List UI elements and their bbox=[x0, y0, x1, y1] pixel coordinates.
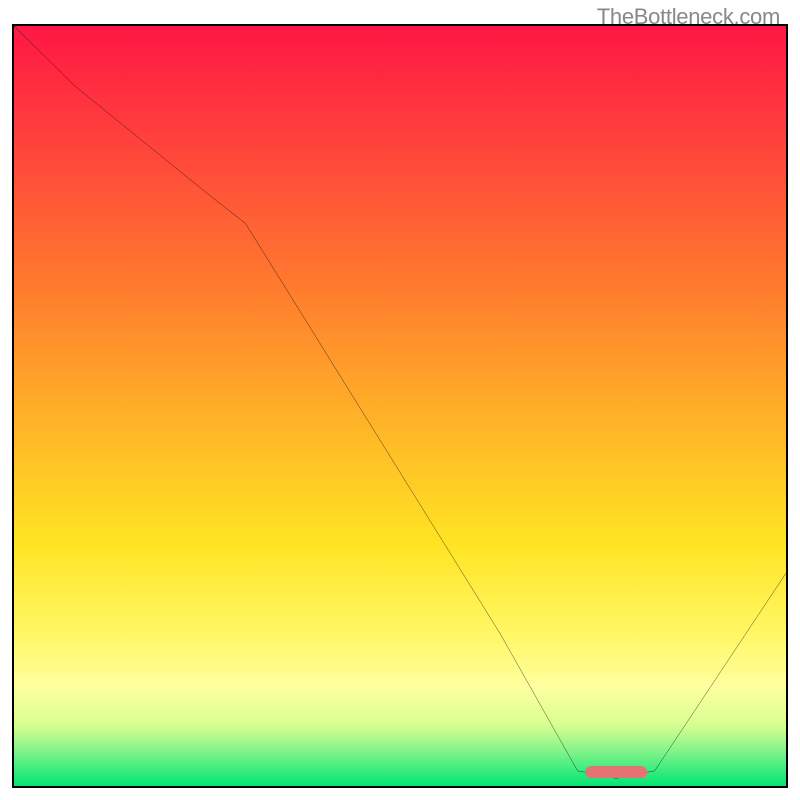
watermark-text: TheBottleneck.com bbox=[597, 4, 780, 30]
bottleneck-curve bbox=[14, 26, 786, 786]
optimal-range-marker bbox=[585, 766, 647, 778]
chart-frame bbox=[12, 24, 788, 788]
curve-path bbox=[14, 26, 786, 778]
